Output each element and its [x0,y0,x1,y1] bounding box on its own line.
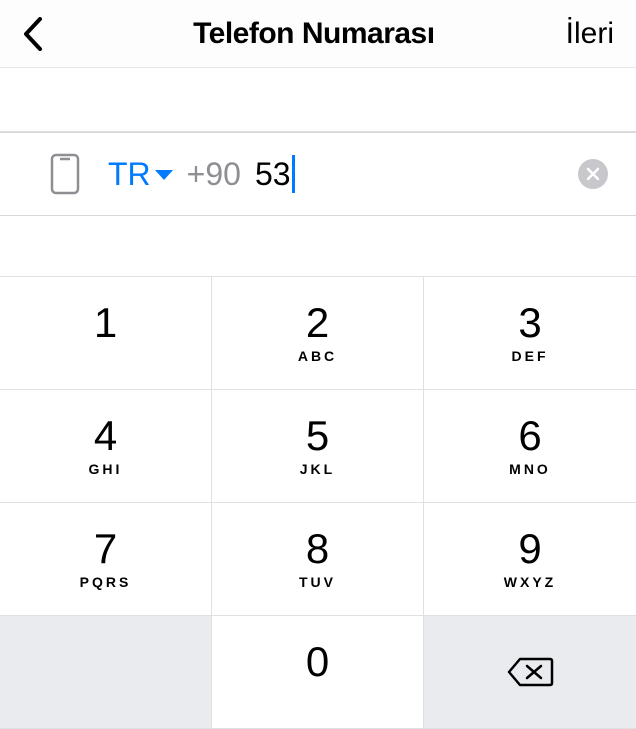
header: Telefon Numarası İleri [0,0,636,68]
country-code: TR [108,156,151,193]
caret-down-icon [155,170,173,180]
key-blank [0,616,212,729]
key-7[interactable]: 7 PQRS [0,503,212,616]
key-3[interactable]: 3 DEF [424,277,636,390]
back-icon [22,17,44,51]
cursor [292,155,295,193]
key-delete[interactable] [424,616,636,729]
key-2[interactable]: 2 ABC [212,277,424,390]
key-4[interactable]: 4 GHI [0,390,212,503]
next-button[interactable]: İleri [566,17,614,51]
phone-input-row[interactable]: TR +90 53 [0,132,636,216]
phone-icon [50,153,80,195]
clear-button[interactable] [578,159,608,189]
numeric-keypad: 1 2 ABC 3 DEF 4 GHI 5 JKL 6 MNO 7 PQRS 8… [0,276,636,729]
calling-code: +90 [187,156,241,193]
delete-icon [506,656,554,688]
key-6[interactable]: 6 MNO [424,390,636,503]
country-selector[interactable]: TR [108,156,173,193]
key-0[interactable]: 0 [212,616,424,729]
key-1[interactable]: 1 [0,277,212,390]
key-9[interactable]: 9 WXYZ [424,503,636,616]
spacer [0,216,636,276]
spacer [0,68,636,132]
back-button[interactable] [22,17,62,51]
phone-number-value: 53 [255,155,295,193]
key-5[interactable]: 5 JKL [212,390,424,503]
close-icon [586,167,600,181]
page-title: Telefon Numarası [62,17,566,51]
key-8[interactable]: 8 TUV [212,503,424,616]
